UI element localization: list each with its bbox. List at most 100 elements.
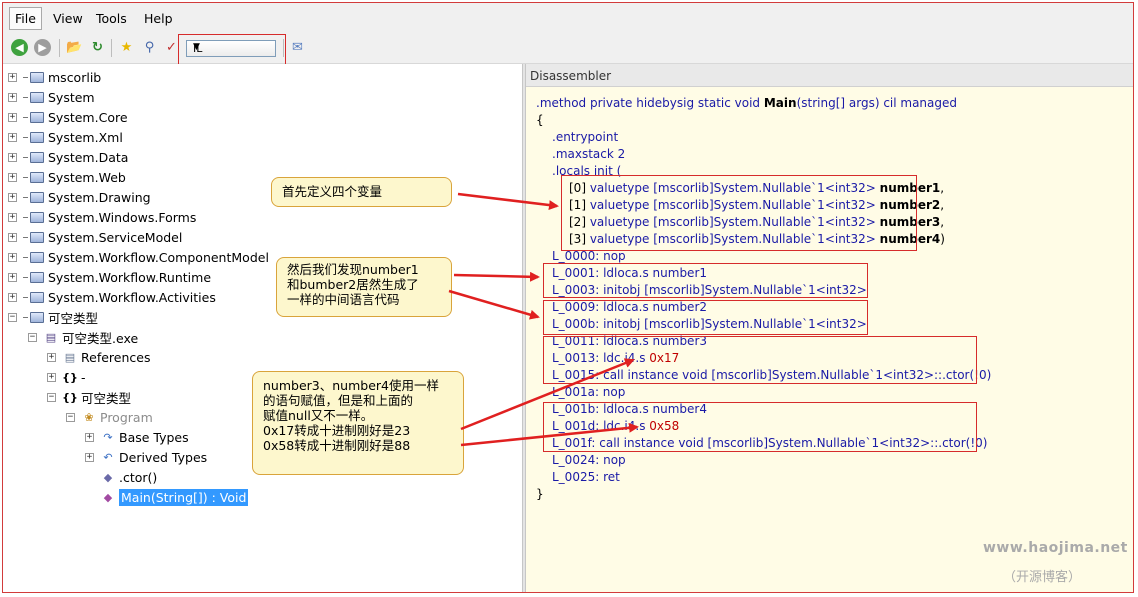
expand-icon[interactable]: + <box>85 432 94 442</box>
expand-icon[interactable]: + <box>47 372 56 382</box>
code-line: L_0000: nop <box>552 249 626 263</box>
search-icon[interactable]: ⚲ <box>141 39 158 56</box>
number3-highlight-box <box>543 336 977 384</box>
watermark-name: （开源博客） <box>1003 570 1082 585</box>
tree-item-assembly[interactable]: + System.Data <box>8 147 128 167</box>
toolbar-separator <box>111 39 112 57</box>
refresh-icon[interactable]: ↻ <box>89 39 106 56</box>
expand-icon[interactable]: + <box>8 292 17 302</box>
tree-item-assembly[interactable]: + System.Core <box>8 107 128 127</box>
expand-icon[interactable]: + <box>85 452 94 462</box>
export-icon[interactable]: ✉ <box>289 39 306 56</box>
expand-icon[interactable]: + <box>8 252 17 262</box>
assembly-icon <box>29 210 45 224</box>
code-line: L_001a: nop <box>552 385 626 399</box>
constructor-icon: ◆ <box>103 470 113 484</box>
expand-icon[interactable]: + <box>8 172 17 182</box>
annotation-callout: 首先定义四个变量 <box>271 177 452 207</box>
tree-item-assembly[interactable]: + System.ServiceModel <box>8 227 182 247</box>
tree-item-assembly[interactable]: + System.Web <box>8 167 126 187</box>
collapse-icon[interactable]: − <box>28 332 37 342</box>
toolbar-separator <box>59 39 60 57</box>
code-line: L_0024: nop <box>552 453 626 467</box>
base-types-icon: ↷ <box>103 430 113 444</box>
assembly-icon <box>29 250 45 264</box>
class-icon: ❀ <box>84 410 94 424</box>
references-icon: ▤ <box>64 350 76 364</box>
code-line: } <box>536 487 544 501</box>
expand-icon[interactable]: + <box>47 352 56 362</box>
collapse-icon[interactable]: − <box>8 312 17 322</box>
assembly-icon <box>29 190 45 204</box>
expand-icon[interactable]: + <box>8 212 17 222</box>
tree-item-derived-types[interactable]: + ↶ Derived Types <box>85 447 207 467</box>
namespace-icon: {} <box>62 370 78 384</box>
assembly-icon <box>29 270 45 284</box>
tree-item-namespace[interactable]: −{} 可空类型 <box>47 387 131 407</box>
module-icon: ▤ <box>45 330 57 344</box>
assembly-icon <box>29 170 45 184</box>
tree-item-assembly[interactable]: + System.Workflow.ComponentModel <box>8 247 269 267</box>
expand-icon[interactable]: + <box>8 152 17 162</box>
expand-icon[interactable]: + <box>8 272 17 282</box>
back-icon[interactable]: ◀ <box>11 39 28 56</box>
forward-icon[interactable]: ▶ <box>34 39 51 56</box>
tree-item-ctor[interactable]: ◆ .ctor() <box>100 467 158 487</box>
assembly-icon <box>29 150 45 164</box>
assembly-icon <box>29 230 45 244</box>
assembly-icon <box>29 290 45 304</box>
collapse-icon[interactable]: − <box>47 392 56 402</box>
tree-item-namespace[interactable]: +{} - <box>47 367 86 387</box>
tree-item-target-assembly[interactable]: − 可空类型 <box>8 307 98 327</box>
assembly-icon <box>29 110 45 124</box>
number4-highlight-box <box>543 402 977 452</box>
tree-item-assembly[interactable]: + System.Workflow.Runtime <box>8 267 211 287</box>
toolbar: ◀ ▶ 📂 ↻ ★ ⚲ ✓ IL ▼ ✉ <box>3 33 1133 64</box>
tree-item-main-method[interactable]: ◆ Main(String[]) : Void <box>100 487 249 507</box>
tree-item-assembly[interactable]: + mscorlib <box>8 67 101 87</box>
number2-highlight-box <box>543 300 868 335</box>
menu-file[interactable]: File <box>9 7 42 30</box>
method-signature: .method private hidebysig static void Ma… <box>536 96 958 110</box>
annotation-callout: number3、number4使用一样 的语句赋值，但是和上面的 赋值null又不一… <box>252 371 464 475</box>
menu-help[interactable]: Help <box>144 11 173 26</box>
code-line: L_0025: ret <box>552 470 620 484</box>
code-line: .maxstack 2 <box>552 147 626 161</box>
collapse-icon[interactable]: − <box>66 412 75 422</box>
code-line: .entrypoint <box>552 130 619 144</box>
bookmark-star-icon[interactable]: ★ <box>118 39 135 56</box>
derived-types-icon: ↶ <box>103 450 113 464</box>
expand-icon[interactable]: + <box>8 72 17 82</box>
open-folder-icon[interactable]: 📂 <box>66 39 83 56</box>
expand-icon[interactable]: + <box>8 132 17 142</box>
tree-item-module[interactable]: − ▤ 可空类型.exe <box>28 327 138 347</box>
menu-tools[interactable]: Tools <box>96 11 127 26</box>
tree-item-assembly[interactable]: + System.Workflow.Activities <box>8 287 216 307</box>
tree-item-class[interactable]: − ❀ Program <box>66 407 153 427</box>
assembly-icon <box>29 90 45 104</box>
expand-icon[interactable]: + <box>8 92 17 102</box>
assembly-icon <box>29 130 45 144</box>
expand-icon[interactable]: + <box>8 232 17 242</box>
expand-icon[interactable]: + <box>8 192 17 202</box>
watermark-url: www.haojima.net <box>983 540 1128 556</box>
tree-item-assembly[interactable]: + System.Drawing <box>8 187 151 207</box>
annotation-callout: 然后我们发现number1 和bumber2居然生成了 一样的中间语言代码 <box>276 257 452 317</box>
tree-item-references[interactable]: + ▤ References <box>47 347 150 367</box>
tree-item-assembly[interactable]: + System.Xml <box>8 127 123 147</box>
assembly-icon <box>29 70 45 84</box>
tree-item-base-types[interactable]: + ↷ Base Types <box>85 427 189 447</box>
tree-item-assembly[interactable]: + System <box>8 87 95 107</box>
app-window: File View Tools Help ◀ ▶ 📂 ↻ ★ ⚲ ✓ IL ▼ … <box>2 2 1134 593</box>
method-icon: ◆ <box>103 490 113 504</box>
tree-item-assembly[interactable]: + System.Windows.Forms <box>8 207 196 227</box>
namespace-icon: {} <box>62 390 78 404</box>
number1-highlight-box <box>543 263 868 298</box>
menu-view[interactable]: View <box>53 11 83 26</box>
disassembler-title: Disassembler <box>530 69 612 83</box>
code-line: { <box>536 113 544 127</box>
expand-icon[interactable]: + <box>8 112 17 122</box>
disassembler-header: Disassembler <box>526 64 1133 87</box>
locals-highlight-box <box>561 175 917 251</box>
menu-bar: File View Tools Help <box>3 3 1133 33</box>
